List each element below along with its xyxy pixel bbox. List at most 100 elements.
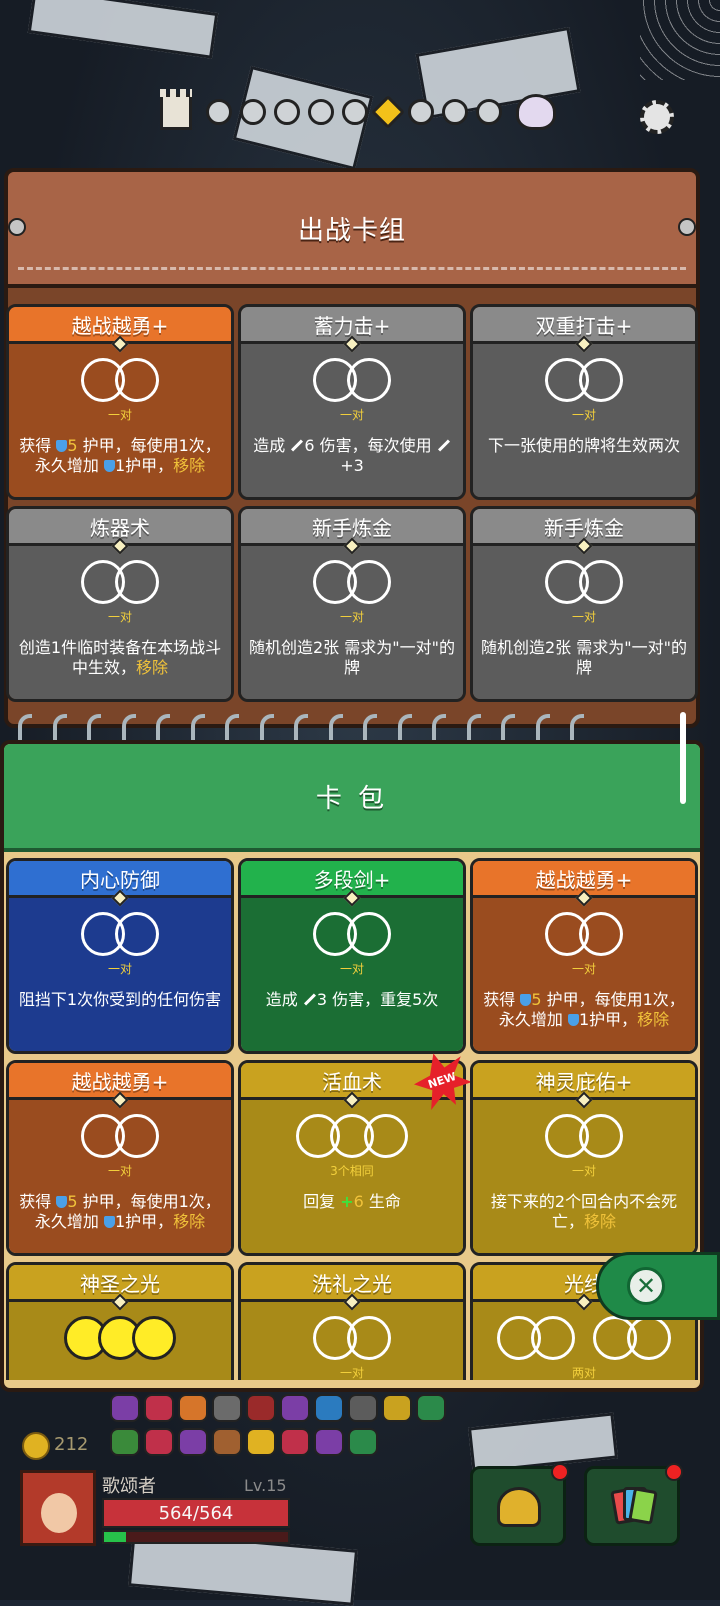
desc-text: 6 — [353, 1192, 364, 1211]
avatar — [41, 1493, 77, 1533]
desc-text: 移除 — [637, 1010, 670, 1029]
card-description: 回复 +6 生命 — [247, 1192, 457, 1212]
desc-text: 5 — [531, 990, 542, 1009]
card-requirement: 一对 — [107, 962, 132, 976]
card-requirement: 一对 — [571, 962, 596, 976]
card-requirement: 一对 — [571, 1164, 596, 1178]
cards-icon — [610, 1485, 658, 1529]
relic-icon[interactable] — [144, 1394, 174, 1422]
relic-icon[interactable] — [110, 1394, 140, 1422]
heal-icon: + — [340, 1192, 354, 1211]
desc-text: 3 伤害，重复5次 — [316, 990, 439, 1009]
desc-text: 5 — [67, 1192, 78, 1211]
dice-slot-icon — [531, 1316, 575, 1360]
helmet-icon — [497, 1487, 541, 1527]
desc-text: 回复 — [303, 1192, 341, 1211]
equipment-button[interactable] — [470, 1463, 569, 1546]
relic-icon[interactable] — [246, 1394, 276, 1422]
relic-icon[interactable] — [178, 1394, 208, 1422]
card[interactable]: 多段剑+ 一对 造成 3 伤害，重复5次 — [238, 858, 466, 1054]
card-requirement: 3个相同 — [330, 1164, 374, 1178]
dice-requirement-icon — [473, 912, 695, 956]
card-description: 接下来的2个回合内不会死亡，移除 — [479, 1192, 689, 1232]
player-portrait[interactable] — [20, 1470, 96, 1546]
sword-icon — [303, 993, 316, 1006]
relic-icon[interactable] — [382, 1394, 412, 1422]
relic-icon[interactable] — [416, 1394, 446, 1422]
hp-text: 564/564 — [158, 1502, 234, 1524]
card-description: 获得 5 护甲，每使用1次，永久增加 1护甲，移除 — [479, 990, 689, 1030]
card-description: 获得 5 护甲，每使用1次，永久增加 1护甲，移除 — [15, 1192, 225, 1232]
relic-bar — [110, 1394, 450, 1458]
close-icon: ✕ — [627, 1267, 665, 1305]
card-body: 一对获得 5 护甲，每使用1次，永久增加 1护甲，移除 — [473, 889, 695, 1051]
dice-slot-icon — [627, 1316, 671, 1360]
dice-slot-icon — [132, 1316, 176, 1360]
desc-text: 造成 — [265, 990, 303, 1009]
dice-slot-icon — [579, 912, 623, 956]
gold-count: 212 — [54, 1434, 89, 1455]
desc-text: 移除 — [173, 1212, 206, 1231]
desc-text: 1护甲， — [578, 1010, 638, 1029]
relic-icon[interactable] — [280, 1428, 310, 1456]
shield-icon — [56, 1196, 68, 1208]
card[interactable]: 越战越勇+ 一对 获得 5 护甲，每使用1次，永久增加 1护甲，移除 — [6, 1060, 234, 1256]
card-body: 一对获得 5 护甲，每使用1次，永久增加 1护甲，移除 — [9, 1091, 231, 1253]
notification-dot — [551, 1463, 569, 1481]
dice-requirement-icon — [9, 1114, 231, 1158]
relic-icon[interactable] — [246, 1428, 276, 1456]
card-body: 一对接下来的2个回合内不会死亡，移除 — [473, 1091, 695, 1253]
desc-text: 移除 — [584, 1212, 617, 1231]
card[interactable]: 洗礼之光 一对 — [238, 1262, 466, 1380]
card[interactable]: 神灵庇佑+ 一对 接下来的2个回合内不会死亡，移除 — [470, 1060, 698, 1256]
player-name: 歌颂者 — [102, 1476, 156, 1497]
card-description: 造成 3 伤害，重复5次 — [247, 990, 457, 1010]
card[interactable]: 越战越勇+ 一对 获得 5 护甲，每使用1次，永久增加 1护甲，移除 — [470, 858, 698, 1054]
shield-icon — [520, 994, 532, 1006]
dice-slot-icon — [347, 1316, 391, 1360]
relic-icon[interactable] — [212, 1428, 242, 1456]
relic-icon[interactable] — [348, 1394, 378, 1422]
dice-requirement-icon — [473, 1114, 695, 1158]
relic-icon[interactable] — [110, 1428, 140, 1456]
card-description: 阻挡下1次你受到的任何伤害 — [15, 990, 225, 1010]
card[interactable]: 神圣之光 — [6, 1262, 234, 1380]
desc-text: 阻挡下1次你受到的任何伤害 — [18, 990, 222, 1009]
card-body: 3个相同回复 +6 生命 — [241, 1091, 463, 1253]
card-body: 一对造成 3 伤害，重复5次 — [241, 889, 463, 1051]
dice-slot-icon — [364, 1114, 408, 1158]
relic-icon[interactable] — [314, 1394, 344, 1422]
dice-requirement-icon — [9, 912, 231, 956]
gold-coin-icon — [22, 1432, 50, 1460]
desc-text: 获得 — [19, 1192, 57, 1211]
dice-slot-icon — [115, 1114, 159, 1158]
card-requirement: 一对 — [339, 962, 364, 976]
close-button[interactable]: ✕ — [596, 1252, 720, 1320]
dice-requirement-icon — [241, 1316, 463, 1360]
relic-icon[interactable] — [348, 1428, 378, 1456]
dice-requirement-icon — [9, 1316, 231, 1360]
desc-text: 生命 — [363, 1192, 401, 1211]
card-requirement: 一对 — [107, 1164, 132, 1178]
relic-icon[interactable] — [314, 1428, 344, 1456]
xp-fill — [104, 1532, 127, 1542]
shield-icon — [103, 1216, 115, 1228]
desc-text: 1护甲， — [114, 1212, 174, 1231]
card-requirement: 两对 — [571, 1366, 596, 1380]
card-requirement: 一对 — [339, 1366, 364, 1380]
card-body — [9, 1293, 231, 1380]
dice-requirement-icon — [241, 912, 463, 956]
desc-text: 获得 — [483, 990, 521, 1009]
relic-icon[interactable] — [212, 1394, 242, 1422]
dice-slot-icon — [115, 912, 159, 956]
hp-bar: 564/564 — [102, 1498, 290, 1528]
dice-requirement-icon — [473, 1316, 695, 1360]
card[interactable]: 内心防御 一对 阻挡下1次你受到的任何伤害 — [6, 858, 234, 1054]
relic-icon[interactable] — [280, 1394, 310, 1422]
deck-button[interactable] — [584, 1463, 683, 1546]
card-body: 一对 — [241, 1293, 463, 1380]
player-level: Lv.15 — [244, 1476, 287, 1495]
relic-icon[interactable] — [144, 1428, 174, 1456]
notification-dot — [665, 1463, 683, 1481]
relic-icon[interactable] — [178, 1428, 208, 1456]
